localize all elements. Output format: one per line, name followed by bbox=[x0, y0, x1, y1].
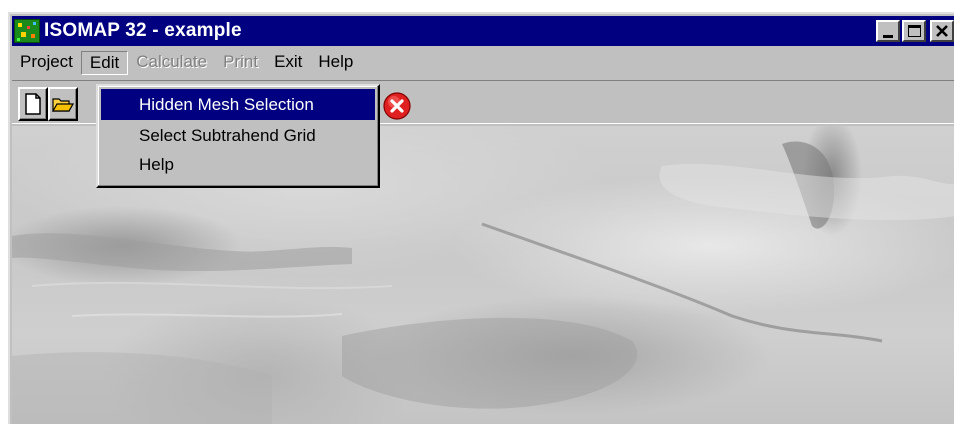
menu-item-help[interactable]: Help bbox=[101, 151, 375, 179]
edit-menu-dropdown: Hidden Mesh Selection Select Subtrahend … bbox=[96, 84, 380, 188]
maximize-button[interactable] bbox=[902, 20, 926, 42]
menu-calculate[interactable]: Calculate bbox=[128, 51, 215, 75]
close-project-button[interactable] bbox=[382, 91, 412, 121]
minimize-button[interactable] bbox=[876, 20, 900, 42]
new-button[interactable] bbox=[18, 87, 48, 121]
menu-bar: Project Edit Calculate Print Exit Help bbox=[12, 50, 954, 76]
window-title: ISOMAP 32 - example bbox=[44, 20, 242, 41]
menu-help[interactable]: Help bbox=[310, 51, 361, 75]
minimize-icon bbox=[883, 34, 893, 38]
maximize-icon bbox=[907, 25, 921, 37]
menu-exit[interactable]: Exit bbox=[266, 51, 310, 75]
app-window: ISOMAP 32 - example Project Edit Calcula… bbox=[8, 12, 954, 424]
new-document-icon bbox=[24, 92, 41, 115]
menu-print[interactable]: Print bbox=[215, 51, 266, 75]
open-folder-icon bbox=[51, 97, 74, 112]
menu-item-hidden-mesh-selection[interactable]: Hidden Mesh Selection bbox=[101, 89, 375, 120]
title-bar[interactable]: ISOMAP 32 - example bbox=[12, 16, 954, 46]
menu-project[interactable]: Project bbox=[12, 51, 81, 75]
isomap-app-icon bbox=[14, 19, 40, 43]
close-button[interactable] bbox=[930, 20, 954, 42]
close-red-icon bbox=[383, 92, 411, 120]
menu-edit[interactable]: Edit bbox=[80, 51, 129, 75]
close-icon bbox=[936, 25, 948, 37]
open-button[interactable] bbox=[48, 87, 78, 121]
menu-item-select-subtrahend-grid[interactable]: Select Subtrahend Grid bbox=[101, 120, 375, 151]
